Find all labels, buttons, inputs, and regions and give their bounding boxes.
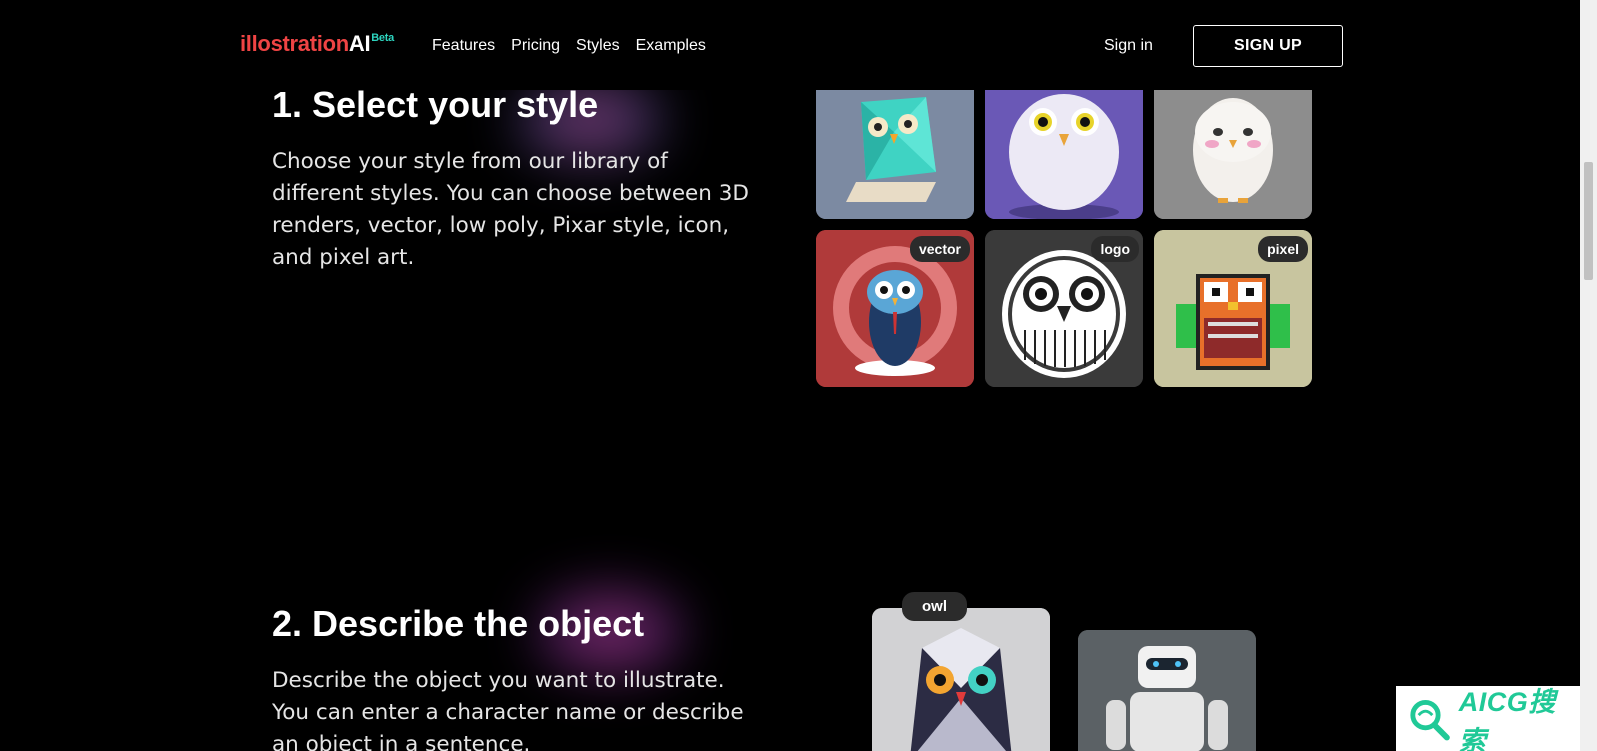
signup-button[interactable]: SIGN UP — [1193, 25, 1343, 67]
logo[interactable]: illostrationAIBeta — [240, 31, 394, 57]
style-badge-logo: logo — [1091, 236, 1139, 262]
section1-body: Choose your style from our library of di… — [272, 149, 749, 270]
nav-link-examples[interactable]: Examples — [636, 37, 706, 55]
section2-title: 2. Describe the object — [272, 603, 645, 644]
object-badge-owl: owl — [902, 592, 967, 621]
logo-text-part2: AI — [348, 31, 371, 56]
nav-link-styles[interactable]: Styles — [576, 37, 620, 55]
style-tile-logo[interactable]: logo — [985, 230, 1143, 387]
style-tile-vector[interactable]: vector — [816, 230, 974, 387]
scrollbar-thumb[interactable] — [1584, 162, 1593, 280]
robot-lowpoly-icon — [1078, 630, 1256, 751]
style-badge-pixel: pixel — [1258, 236, 1308, 262]
section2-body: Describe the object you want to illustra… — [272, 668, 744, 751]
beta-badge: Beta — [371, 32, 394, 44]
section1-title: 1. Select your style — [272, 84, 599, 125]
nav-links: Features Pricing Styles Examples — [432, 37, 706, 55]
watermark: AICG搜索 — [1396, 686, 1580, 751]
nav-link-features[interactable]: Features — [432, 37, 495, 55]
object-tile-owl[interactable] — [872, 608, 1050, 751]
search-magnifier-icon — [1410, 699, 1450, 740]
navbar: illostrationAIBeta Features Pricing Styl… — [0, 0, 1580, 90]
owl-lowpoly-color-icon — [872, 608, 1050, 751]
style-tile-pixel[interactable]: pixel — [1154, 230, 1312, 387]
style-badge-vector: vector — [909, 236, 970, 262]
logo-text-part1: illostration — [240, 31, 349, 56]
watermark-text: AICG搜索 — [1458, 686, 1556, 751]
nav-link-pricing[interactable]: Pricing — [511, 37, 560, 55]
object-tile-robot[interactable] — [1078, 630, 1256, 751]
scrollbar-track[interactable] — [1580, 0, 1597, 751]
signin-link[interactable]: Sign in — [1104, 37, 1153, 55]
